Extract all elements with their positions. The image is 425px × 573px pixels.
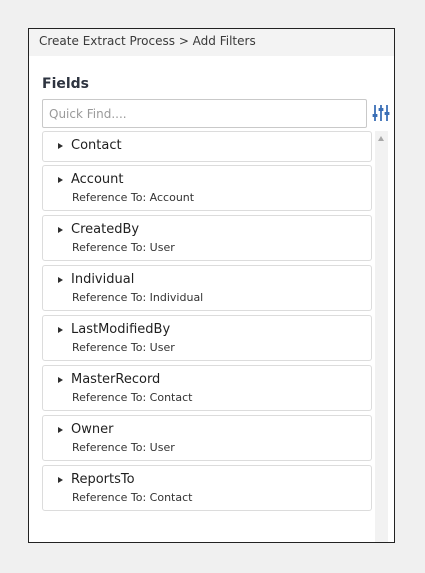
field-reference: Reference To: Individual [72, 291, 204, 304]
caret-right-icon [58, 377, 63, 383]
field-name: Owner [71, 422, 114, 437]
caret-right-icon [58, 277, 63, 283]
add-filters-panel: Create Extract Process > Add Filters Fie… [28, 28, 395, 543]
caret-right-icon [58, 327, 63, 333]
field-reference: Reference To: Contact [72, 391, 193, 404]
quick-find-input[interactable] [42, 99, 367, 128]
field-reference: Reference To: User [72, 341, 175, 354]
field-item-contact[interactable]: Contact [42, 131, 372, 162]
fields-list: Contact Account Reference To: Account Cr… [42, 131, 375, 542]
panel-header: Create Extract Process > Add Filters [29, 29, 394, 56]
caret-right-icon [58, 427, 63, 433]
field-reference: Reference To: User [72, 441, 175, 454]
field-item-individual[interactable]: Individual Reference To: Individual [42, 265, 372, 311]
field-reference: Reference To: Contact [72, 491, 193, 504]
scroll-up-icon[interactable] [378, 136, 384, 141]
filter-settings-button[interactable] [371, 101, 391, 125]
field-name: CreatedBy [71, 222, 140, 237]
field-name: Individual [71, 272, 135, 287]
caret-right-icon [58, 477, 63, 483]
field-reference: Reference To: Account [72, 191, 195, 204]
field-item-lastmodifiedby[interactable]: LastModifiedBy Reference To: User [42, 315, 372, 361]
field-item-masterrecord[interactable]: MasterRecord Reference To: Contact [42, 365, 372, 411]
field-name: Contact [71, 138, 122, 153]
field-name: LastModifiedBy [71, 322, 171, 337]
field-name: MasterRecord [71, 372, 161, 387]
section-title: Fields [42, 76, 90, 92]
field-item-reportsto[interactable]: ReportsTo Reference To: Contact [42, 465, 372, 511]
field-reference: Reference To: User [72, 241, 175, 254]
sliders-icon [372, 105, 390, 121]
field-item-account[interactable]: Account Reference To: Account [42, 165, 372, 211]
caret-right-icon [58, 227, 63, 233]
caret-right-icon [58, 177, 63, 183]
field-item-createdby[interactable]: CreatedBy Reference To: User [42, 215, 372, 261]
field-name: ReportsTo [71, 472, 135, 487]
caret-right-icon [58, 143, 63, 149]
field-name: Account [71, 172, 124, 187]
field-item-owner[interactable]: Owner Reference To: User [42, 415, 372, 461]
breadcrumb: Create Extract Process > Add Filters [39, 34, 256, 48]
scrollbar[interactable] [375, 131, 388, 542]
